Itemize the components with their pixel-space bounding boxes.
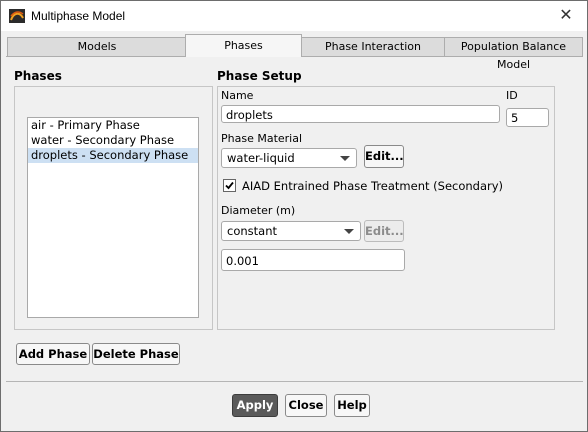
footer-divider — [6, 381, 583, 382]
delete-phase-button[interactable]: Delete Phase — [92, 343, 180, 365]
apply-button[interactable]: Apply — [232, 394, 278, 417]
phases-heading: Phases — [14, 69, 62, 83]
aiad-label: AIAD Entrained Phase Treatment (Secondar… — [242, 179, 504, 193]
phase-material-value: water-liquid — [227, 151, 295, 165]
tab-bar: Models Phases Phase Interaction Populati… — [7, 34, 583, 71]
help-button[interactable]: Help — [334, 394, 370, 417]
id-field[interactable]: 5 — [506, 108, 549, 127]
list-item[interactable]: air - Primary Phase — [28, 118, 198, 133]
phase-setup-heading: Phase Setup — [217, 69, 302, 83]
phase-material-select[interactable]: water-liquid — [221, 148, 357, 168]
title-bar: Multiphase Model ✕ — [1, 1, 587, 31]
multiphase-model-dialog: Multiphase Model ✕ Models Phases Phase I… — [0, 0, 588, 432]
tab-population-balance-model[interactable]: Population Balance Model — [444, 37, 583, 71]
id-label: ID — [506, 89, 518, 102]
diameter-method-select[interactable]: constant — [221, 221, 361, 241]
close-button[interactable]: Close — [285, 394, 327, 417]
edit-material-button[interactable]: Edit... — [364, 145, 404, 168]
diameter-value-field[interactable]: 0.001 — [221, 249, 405, 271]
name-label: Name — [221, 89, 254, 102]
phase-material-label: Phase Material — [221, 132, 303, 145]
tab-phase-interaction[interactable]: Phase Interaction — [301, 37, 445, 56]
fluent-app-icon — [9, 9, 25, 23]
name-field[interactable]: droplets — [221, 105, 500, 123]
checkmark-icon — [225, 181, 234, 190]
chevron-down-icon — [344, 229, 354, 234]
phases-list[interactable]: air - Primary Phase water - Secondary Ph… — [27, 117, 199, 318]
add-phase-button[interactable]: Add Phase — [16, 343, 90, 365]
list-item[interactable]: water - Secondary Phase — [28, 133, 198, 148]
window-title: Multiphase Model — [31, 9, 126, 23]
close-icon[interactable]: ✕ — [555, 5, 577, 25]
chevron-down-icon — [340, 156, 350, 161]
diameter-method-value: constant — [227, 224, 277, 238]
diameter-label: Diameter (m) — [221, 204, 296, 217]
tab-phases[interactable]: Phases — [185, 34, 302, 57]
aiad-checkbox[interactable] — [223, 179, 236, 192]
list-item[interactable]: droplets - Secondary Phase — [28, 148, 198, 163]
tab-models[interactable]: Models — [7, 37, 187, 56]
edit-diameter-button[interactable]: Edit... — [364, 220, 404, 242]
